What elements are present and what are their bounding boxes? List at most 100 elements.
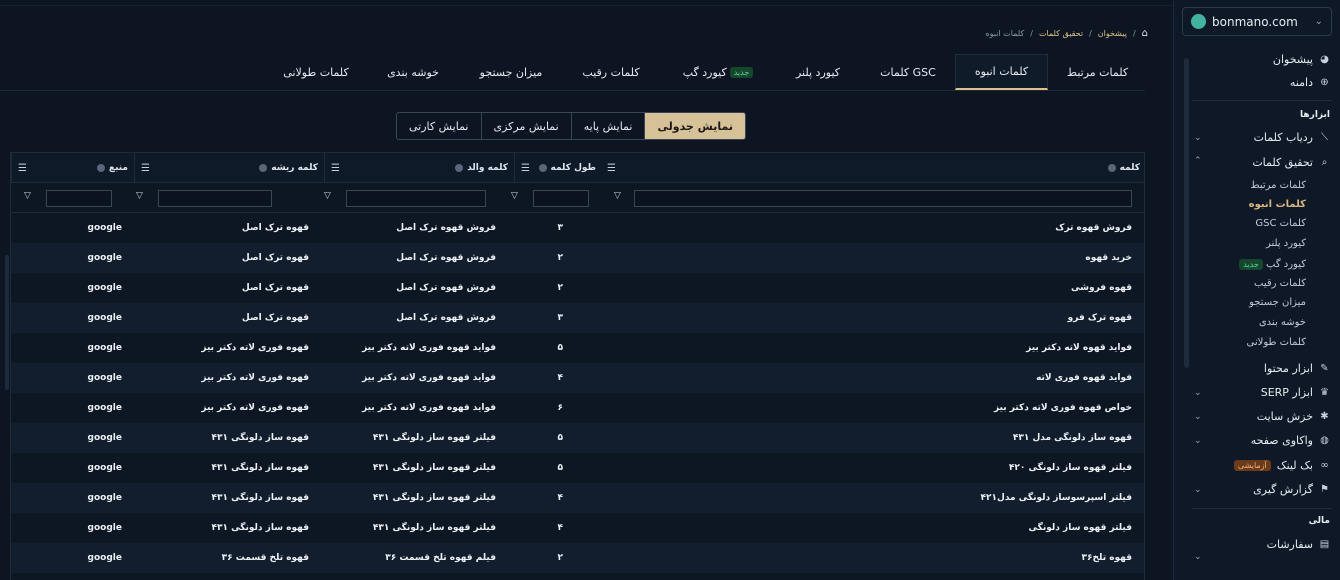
sidebar-scrollbar[interactable] [1184, 58, 1189, 368]
tab-longtail[interactable]: کلمات طولانی [270, 54, 362, 90]
sidebar-item-keyword-research[interactable]: ⌕ تحقیق کلمات [1252, 156, 1330, 169]
column-menu-icon[interactable]: ☰ [141, 163, 150, 174]
filter-parent-input[interactable] [346, 190, 486, 207]
sidebar-item-content-tools[interactable]: ✎ ابزار محتوا [1264, 362, 1330, 375]
filter-keyword-input[interactable] [634, 190, 1132, 207]
chart-line-icon: ⟋ [1321, 132, 1328, 143]
table-row[interactable]: فیلتر قهوه ساز دلونگی ۴۲۰ ۵ فیلتر قهوه ساز… [11, 453, 1144, 483]
sidebar-sub-related[interactable]: کلمات مرتبط [1250, 180, 1306, 191]
cell-source: google [87, 313, 122, 323]
sidebar-sub-longtail[interactable]: کلمات طولانی [1247, 337, 1306, 348]
table-row[interactable]: فیلتر اسپرسوساز دلونگی مدل۴۲۱ ۴ فیلتر قهوه… [11, 483, 1144, 513]
cell-parent: فیلتر قهوه ساز دلونگی ۴۳۱ [372, 523, 496, 533]
table-row[interactable]: فروش قهوه ترک ۳ فروش قهوه ترک اصل قهوه ترک … [11, 213, 1144, 243]
table-row[interactable]: خواص قهوه فوری لاته دکتر بیز ۶ فواید قهوه … [11, 393, 1144, 423]
domain-select[interactable]: bonmano.com ⌄ [1182, 7, 1332, 36]
cell-keyword: فواید قهوه لاته دکتر بیز [1026, 343, 1132, 353]
chevron-down-icon[interactable]: ⌄ [1194, 552, 1202, 562]
chevron-up-icon[interactable]: ⌃ [1194, 156, 1202, 166]
cell-root: قهوه ترک اصل [241, 223, 309, 233]
grid-scrollbar[interactable] [5, 255, 9, 390]
table-row[interactable]: فیلتر قهوه ساز دلونگی ۴ فیلتر قهوه ساز دلو… [11, 513, 1144, 543]
search-icon: ⌕ [1321, 157, 1328, 168]
table-row[interactable]: قهوه ترک فرو ۳ فروش قهوه ترک اصل قهوه ترک ا… [11, 303, 1144, 333]
cell-keyword: فواید قهوه فوری لاته [1036, 373, 1132, 383]
table-row[interactable]: قهوه فروشی ۲ فروش قهوه ترک اصل قهوه ترک اصل… [11, 273, 1144, 303]
cell-root: قهوه ساز دلونگی ۴۳۱ [211, 433, 309, 443]
cell-length: ۳ [557, 313, 564, 323]
sidebar-sub-gsc[interactable]: کلمات GSC [1255, 218, 1306, 229]
col-length-header[interactable]: طول کلمه ☰ [514, 153, 602, 183]
filter-root-input[interactable] [158, 190, 272, 207]
tab-planner[interactable]: کیورد پلنر [772, 54, 864, 90]
cell-source: google [87, 253, 122, 263]
filter-icon[interactable]: ▽ [324, 191, 331, 201]
column-menu-icon[interactable]: ☰ [607, 163, 616, 174]
filter-icon[interactable]: ▽ [136, 191, 143, 201]
table-row[interactable]: فواید قهوه فوری لاته ۴ فواید قهوه فوری لات… [11, 363, 1144, 393]
chevron-down-icon[interactable]: ⌄ [1194, 436, 1202, 446]
filter-icon[interactable]: ▽ [24, 191, 31, 201]
sidebar-sub-bulk[interactable]: کلمات انبوه [1249, 199, 1306, 210]
view-table-button[interactable]: نمایش جدولی [644, 113, 745, 139]
sidebar-sub-clustering[interactable]: خوشه بندی [1259, 317, 1306, 328]
chevron-down-icon[interactable]: ⌄ [1194, 412, 1202, 422]
breadcrumb-home[interactable]: پیشخوان [1098, 29, 1127, 38]
filter-source-input[interactable] [46, 190, 112, 207]
sidebar-item-backlink[interactable]: ∞ بک لینک آزمایشی [1233, 459, 1330, 472]
view-basic-button[interactable]: نمایش پایه [570, 113, 645, 139]
cell-length: ۲ [557, 253, 564, 263]
cell-root: قهوه ترک اصل [241, 283, 309, 293]
home-icon[interactable]: ⌂ [1142, 28, 1148, 39]
sidebar-item-reports[interactable]: ⚑ گزارش گیری [1253, 483, 1330, 496]
sidebar-heading-finance: مالی [1308, 516, 1330, 526]
sidebar-item-dashboard[interactable]: ◕ پیشخوان [1273, 53, 1330, 66]
help-icon [259, 164, 268, 172]
tab-competitor[interactable]: کلمات رقیب [565, 54, 657, 90]
col-source-header[interactable]: منبع ☰ [11, 153, 134, 183]
sidebar-item-site-crawl[interactable]: ✱ خزش سایت [1257, 410, 1330, 423]
view-card-button[interactable]: نمایش کارتی [397, 113, 481, 139]
table-row[interactable]: فواید قهوه لاته دکتر بیز ۵ فواید قهوه فوری… [11, 333, 1144, 363]
sidebar-item-domain[interactable]: ⊕ دامنه [1290, 76, 1330, 89]
chevron-down-icon[interactable]: ⌄ [1194, 133, 1202, 143]
sidebar-item-page-audit[interactable]: ◍ واکاوی صفحه [1251, 434, 1330, 447]
breadcrumb-parent[interactable]: تحقیق کلمات [1039, 29, 1083, 38]
link-icon: ∞ [1320, 460, 1329, 471]
cell-source: google [87, 433, 122, 443]
table-row[interactable]: قهوه تلخ۳۶ ۲ فیلم قهوه تلخ قسمت ۳۶ قهوه تلخ… [11, 543, 1144, 573]
filter-length-input[interactable] [533, 190, 589, 207]
column-menu-icon[interactable]: ☰ [331, 163, 340, 174]
tab-bulk[interactable]: کلمات انبوه [955, 54, 1048, 90]
sidebar-item-rank-tracker[interactable]: ⟋ ردیاب کلمات [1254, 131, 1330, 144]
tab-related[interactable]: کلمات مرتبط [1050, 54, 1145, 90]
tab-volume[interactable]: میزان جستجو [465, 54, 557, 90]
col-parent-header[interactable]: کلمه والد ☰ [324, 153, 514, 183]
top-bar [0, 0, 1173, 6]
cell-parent: فیلتر قهوه ساز دلونگی ۴۳۱ [372, 493, 496, 503]
cell-keyword: قهوه ترک فرو [1067, 313, 1132, 323]
view-central-button[interactable]: نمایش مرکزی [480, 113, 571, 139]
help-icon [455, 164, 464, 172]
chevron-down-icon[interactable]: ⌄ [1194, 388, 1202, 398]
sidebar-sub-gap[interactable]: کیورد گپ جدید [1236, 259, 1306, 270]
cell-length: ۵ [557, 463, 564, 473]
tab-gsc[interactable]: کلمات GSC [862, 54, 954, 90]
filter-icon[interactable]: ▽ [614, 191, 621, 201]
tab-clustering[interactable]: خوشه بندی [367, 54, 459, 90]
sidebar-sub-competitor[interactable]: کلمات رقیب [1254, 278, 1306, 289]
table-row[interactable]: قهوه ساز دلونگی مدل ۴۳۱ ۵ فیلتر قهوه ساز د… [11, 423, 1144, 453]
table-row[interactable]: خرید قهوه ۲ فروش قهوه ترک اصل قهوه ترک اصل g… [11, 243, 1144, 273]
sidebar-item-orders[interactable]: ▤ سفارشات [1267, 538, 1330, 551]
cell-parent: فروش قهوه ترک اصل [396, 253, 496, 263]
chevron-down-icon[interactable]: ⌄ [1194, 485, 1202, 495]
col-root-header[interactable]: کلمه ریشه ☰ [134, 153, 324, 183]
sidebar-item-serp-tools[interactable]: ♛ ابزار SERP [1261, 386, 1330, 399]
filter-icon[interactable]: ▽ [511, 191, 518, 201]
sidebar-sub-volume[interactable]: میزان جستجو [1249, 297, 1306, 308]
column-menu-icon[interactable]: ☰ [521, 163, 530, 174]
column-menu-icon[interactable]: ☰ [18, 163, 27, 174]
sidebar-sub-planner[interactable]: کیورد پلنر [1266, 238, 1306, 249]
col-keyword-header[interactable]: کلمه ☰ [601, 153, 1146, 183]
tab-gap[interactable]: کیورد گپ جدید [664, 54, 772, 90]
